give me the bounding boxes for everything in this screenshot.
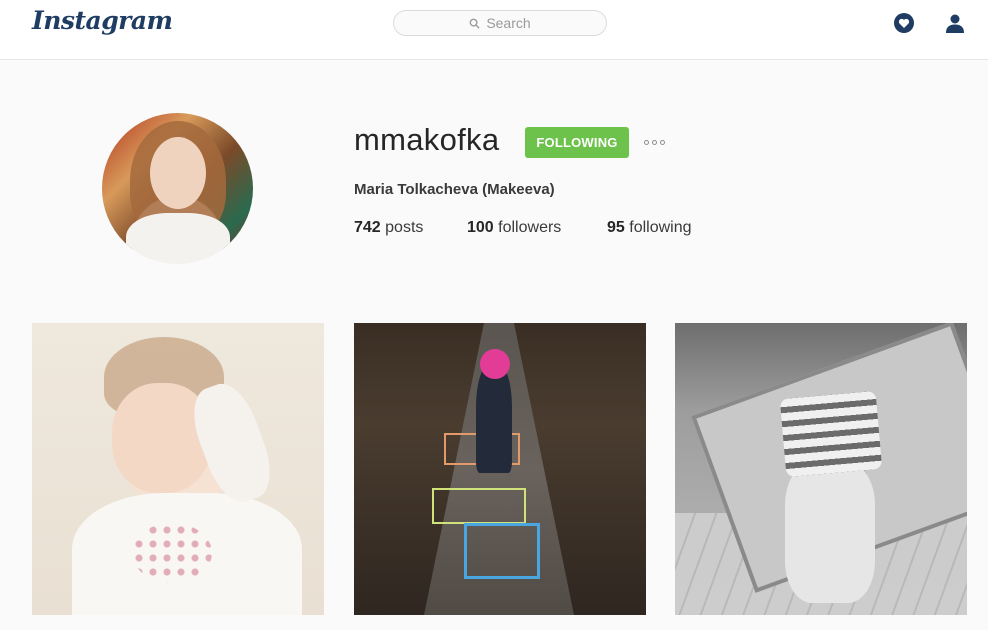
photo-detail (480, 349, 510, 379)
photo-detail (785, 463, 875, 603)
following-button[interactable]: FOLLOWING (525, 127, 629, 158)
profile-avatar[interactable] (102, 113, 253, 264)
search-placeholder: Search (486, 15, 531, 31)
instagram-logo[interactable]: Instagram (32, 6, 173, 35)
post-thumbnail[interactable] (32, 323, 324, 615)
photo-detail (132, 523, 212, 583)
followers-count: 100 (467, 219, 494, 236)
activity-heart-icon[interactable] (893, 12, 915, 34)
photo-detail (432, 488, 526, 524)
photo-detail (464, 523, 540, 579)
more-dot (644, 139, 649, 145)
more-dot (660, 139, 665, 145)
profile-username: mmakofka (354, 122, 500, 157)
top-navigation-bar: Instagram Search (0, 0, 988, 60)
photo-detail (779, 390, 883, 478)
profile-full-name: Maria Tolkacheva (Makeeva) (354, 181, 555, 198)
more-dot (652, 139, 657, 145)
photo-detail (476, 363, 512, 473)
post-thumbnail[interactable] (675, 323, 967, 615)
post-thumbnail[interactable] (354, 323, 646, 615)
following-count: 95 (607, 219, 625, 236)
followers-label: followers (498, 219, 562, 236)
avatar-shirt (126, 213, 230, 264)
posts-label: posts (385, 219, 424, 236)
following-label: following (629, 219, 692, 236)
posts-stat: 742 posts (354, 219, 423, 237)
following-stat[interactable]: 95 following (607, 219, 692, 237)
avatar-face (150, 137, 206, 209)
more-options-icon[interactable] (644, 137, 670, 147)
profile-person-icon[interactable] (944, 12, 966, 34)
posts-count: 742 (354, 219, 381, 236)
followers-stat[interactable]: 100 followers (467, 219, 561, 237)
search-icon (469, 18, 480, 29)
search-box[interactable]: Search (393, 10, 607, 36)
